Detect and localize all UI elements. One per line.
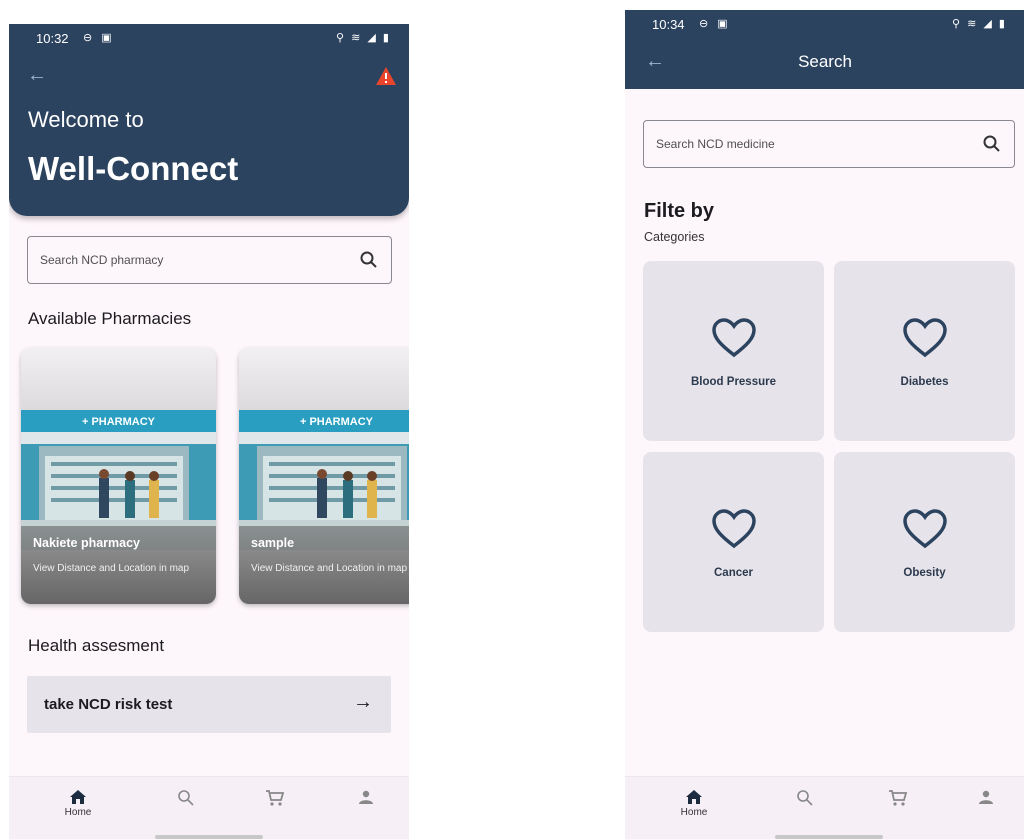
search-screen: 10:34 ⊖ ▣ ⚲ ≋ ◢ ▮ ← Search Search NCD me… (625, 10, 1024, 840)
nav-search[interactable] (156, 785, 216, 807)
back-arrow-icon[interactable]: ← (27, 64, 47, 87)
notification-icons: ⊖ ▣ (83, 32, 115, 44)
nav-home-label: Home (64, 807, 92, 818)
search-header: 10:34 ⊖ ▣ ⚲ ≋ ◢ ▮ ← Search (625, 10, 1024, 89)
signal-icons: ⚲ ≋ ◢ ▮ (336, 32, 391, 44)
search-icon (797, 790, 813, 806)
home-icon (70, 790, 86, 804)
search-placeholder: Search NCD medicine (656, 137, 775, 151)
pharmacy-name: Nakiete pharmacy (33, 536, 141, 550)
nav-cart[interactable] (868, 785, 928, 807)
heart-icon (712, 318, 756, 358)
category-label: Blood Pressure (691, 376, 776, 388)
medicine-search-input[interactable]: Search NCD medicine (643, 120, 1015, 168)
filter-subheading: Categories (644, 230, 705, 244)
pharmacy-name: sample (251, 536, 295, 550)
signal-icons: ⚲ ≋ ◢ ▮ (952, 18, 1007, 30)
category-label: Obesity (903, 567, 946, 579)
category-card-cancer[interactable]: Cancer (643, 452, 824, 632)
category-label: Cancer (714, 567, 753, 579)
status-bar: 10:32 ⊖ ▣ ⚲ ≋ ◢ ▮ (9, 24, 409, 52)
category-card-obesity[interactable]: Obesity (834, 452, 1015, 632)
pharmacy-sign: + PHARMACY (81, 416, 156, 428)
risk-test-label: take NCD risk test (44, 696, 173, 713)
search-placeholder: Search NCD pharmacy (40, 253, 164, 267)
cart-icon (266, 790, 285, 806)
pharmacy-sign: + PHARMACY (299, 416, 374, 428)
category-label: Diabetes (900, 376, 949, 388)
search-icon (178, 790, 194, 806)
status-time: 10:32 (36, 31, 69, 46)
nav-home[interactable]: Home (48, 785, 108, 818)
pharmacy-location-link[interactable]: View Distance and Location in map (33, 561, 208, 576)
category-card-blood-pressure[interactable]: Blood Pressure (643, 261, 824, 441)
health-assessment-heading: Health assesment (28, 636, 165, 655)
bottom-navigation: Home (625, 776, 1024, 839)
nav-home[interactable]: Home (664, 785, 724, 818)
pharmacy-card[interactable]: + PHARMACY Nakiete pharmacy View Distanc… (21, 348, 216, 604)
cart-icon (889, 790, 908, 806)
warning-icon[interactable] (375, 66, 397, 86)
home-indicator (155, 835, 263, 839)
nav-cart[interactable] (245, 785, 305, 807)
status-bar: 10:34 ⊖ ▣ ⚲ ≋ ◢ ▮ (625, 10, 1024, 38)
status-time: 10:34 (652, 17, 685, 32)
welcome-text: Welcome to (28, 107, 144, 132)
pharmacy-location-link[interactable]: View Distance and Location in map (251, 561, 409, 576)
app-title: Well-Connect (28, 150, 239, 187)
home-screen: 10:32 ⊖ ▣ ⚲ ≋ ◢ ▮ ← Welcome to Well-Conn… (9, 24, 409, 840)
nav-home-label: Home (680, 807, 708, 818)
filter-heading: Filte by (644, 200, 715, 222)
notification-icons: ⊖ ▣ (699, 18, 731, 30)
ncd-risk-test-button[interactable]: take NCD risk test → (27, 676, 391, 733)
heart-icon (712, 509, 756, 549)
search-icon[interactable] (359, 250, 379, 270)
category-card-diabetes[interactable]: Diabetes (834, 261, 1015, 441)
home-icon (686, 790, 702, 804)
home-indicator (775, 835, 883, 839)
heart-icon (903, 318, 947, 358)
arrow-right-icon: → (353, 691, 373, 713)
page-title: Search (798, 52, 852, 71)
home-header: 10:32 ⊖ ▣ ⚲ ≋ ◢ ▮ ← Welcome to Well-Conn… (9, 24, 409, 216)
search-icon[interactable] (982, 134, 1002, 154)
available-pharmacies-heading: Available Pharmacies (28, 309, 192, 328)
bottom-navigation: Home (9, 776, 409, 839)
pharmacy-search-input[interactable]: Search NCD pharmacy (27, 236, 392, 284)
nav-search[interactable] (775, 785, 835, 807)
pharmacy-card[interactable]: + PHARMACY sample View Distance and Loca… (239, 348, 409, 604)
nav-profile[interactable] (956, 785, 1016, 805)
nav-profile[interactable] (336, 785, 396, 805)
person-icon (359, 790, 373, 804)
person-icon (979, 790, 993, 804)
heart-icon (903, 509, 947, 549)
